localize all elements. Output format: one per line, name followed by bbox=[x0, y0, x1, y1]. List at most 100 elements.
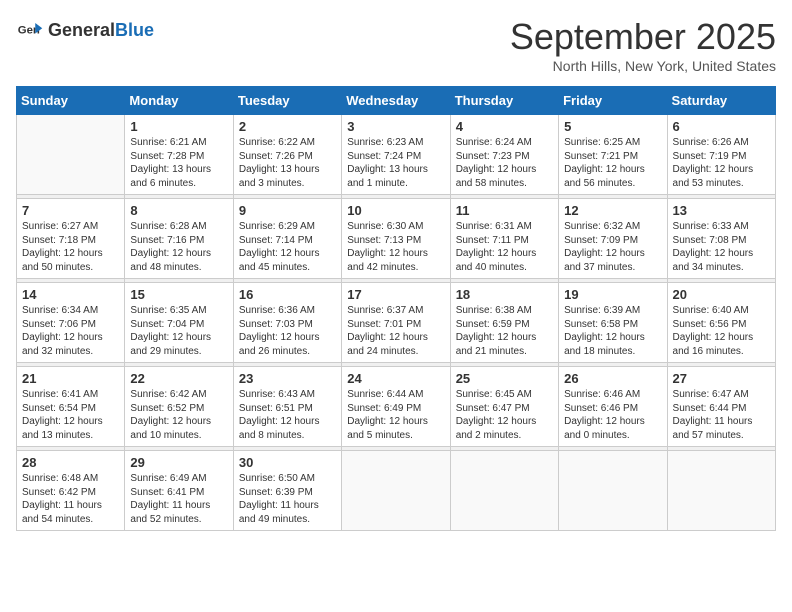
weekday-header: Sunday bbox=[17, 87, 125, 115]
day-number: 7 bbox=[22, 203, 119, 218]
day-number: 17 bbox=[347, 287, 444, 302]
cell-info: Sunrise: 6:29 AMSunset: 7:14 PMDaylight:… bbox=[239, 220, 336, 274]
month-title: September 2025 bbox=[510, 16, 776, 58]
day-number: 24 bbox=[347, 371, 444, 386]
calendar-day-cell: 14 Sunrise: 6:34 AMSunset: 7:06 PMDayligh… bbox=[17, 283, 125, 363]
day-number: 19 bbox=[564, 287, 661, 302]
cell-info: Sunrise: 6:41 AMSunset: 6:54 PMDaylight:… bbox=[22, 388, 119, 442]
calendar-day-cell: 27Sunrise: 6:47 AMSunset: 6:44 PMDayligh… bbox=[667, 367, 775, 447]
day-number: 9 bbox=[239, 203, 336, 218]
day-number: 11 bbox=[456, 203, 553, 218]
cell-info: Sunrise: 6:40 AMSunset: 6:56 PMDaylight:… bbox=[673, 304, 770, 358]
cell-info: Sunrise: 6:30 AMSunset: 7:13 PMDaylight:… bbox=[347, 220, 444, 274]
cell-info: Sunrise: 6:21 AMSunset: 7:28 PMDaylight:… bbox=[130, 136, 227, 190]
cell-info: Sunrise: 6:22 AMSunset: 7:26 PMDaylight:… bbox=[239, 136, 336, 190]
day-number: 4 bbox=[456, 119, 553, 134]
calendar-day-cell: 9 Sunrise: 6:29 AMSunset: 7:14 PMDaylight… bbox=[233, 199, 341, 279]
calendar-week-row: 1 Sunrise: 6:21 AMSunset: 7:28 PMDaylight… bbox=[17, 115, 776, 195]
page-header: Gen GeneralBlue September 2025 North Hil… bbox=[16, 16, 776, 74]
calendar-day-cell: 16 Sunrise: 6:36 AMSunset: 7:03 PMDayligh… bbox=[233, 283, 341, 363]
day-number: 15 bbox=[130, 287, 227, 302]
day-number: 12 bbox=[564, 203, 661, 218]
cell-info: Sunrise: 6:35 AMSunset: 7:04 PMDaylight:… bbox=[130, 304, 227, 358]
weekday-header-row: SundayMondayTuesdayWednesdayThursdayFrid… bbox=[17, 87, 776, 115]
weekday-header: Saturday bbox=[667, 87, 775, 115]
day-number: 8 bbox=[130, 203, 227, 218]
calendar-day-cell: 7 Sunrise: 6:27 AMSunset: 7:18 PMDaylight… bbox=[17, 199, 125, 279]
calendar-week-row: 28Sunrise: 6:48 AMSunset: 6:42 PMDayligh… bbox=[17, 451, 776, 531]
day-number: 16 bbox=[239, 287, 336, 302]
calendar-day-cell: 4 Sunrise: 6:24 AMSunset: 7:23 PMDaylight… bbox=[450, 115, 558, 195]
calendar-day-cell: 17Sunrise: 6:37 AMSunset: 7:01 PMDayligh… bbox=[342, 283, 450, 363]
calendar-week-row: 7 Sunrise: 6:27 AMSunset: 7:18 PMDaylight… bbox=[17, 199, 776, 279]
cell-info: Sunrise: 6:34 AMSunset: 7:06 PMDaylight:… bbox=[22, 304, 119, 358]
calendar-day-cell: 25Sunrise: 6:45 AMSunset: 6:47 PMDayligh… bbox=[450, 367, 558, 447]
calendar-day-cell: 18 Sunrise: 6:38 AMSunset: 6:59 PMDayligh… bbox=[450, 283, 558, 363]
day-number: 23 bbox=[239, 371, 336, 386]
cell-info: Sunrise: 6:38 AMSunset: 6:59 PMDaylight:… bbox=[456, 304, 553, 358]
calendar-day-cell: 5Sunrise: 6:25 AMSunset: 7:21 PMDaylight… bbox=[559, 115, 667, 195]
day-number: 30 bbox=[239, 455, 336, 470]
weekday-header: Tuesday bbox=[233, 87, 341, 115]
day-number: 13 bbox=[673, 203, 770, 218]
calendar-day-cell bbox=[559, 451, 667, 531]
day-number: 20 bbox=[673, 287, 770, 302]
day-number: 18 bbox=[456, 287, 553, 302]
logo-general: General bbox=[48, 20, 115, 40]
day-number: 21 bbox=[22, 371, 119, 386]
cell-info: Sunrise: 6:26 AMSunset: 7:19 PMDaylight:… bbox=[673, 136, 770, 190]
day-number: 28 bbox=[22, 455, 119, 470]
calendar-day-cell bbox=[450, 451, 558, 531]
calendar-day-cell: 22 Sunrise: 6:42 AMSunset: 6:52 PMDayligh… bbox=[125, 367, 233, 447]
day-number: 3 bbox=[347, 119, 444, 134]
calendar-day-cell: 20 Sunrise: 6:40 AMSunset: 6:56 PMDayligh… bbox=[667, 283, 775, 363]
calendar-day-cell: 29 Sunrise: 6:49 AMSunset: 6:41 PMDayligh… bbox=[125, 451, 233, 531]
calendar-day-cell: 10 Sunrise: 6:30 AMSunset: 7:13 PMDayligh… bbox=[342, 199, 450, 279]
calendar-day-cell: 30Sunrise: 6:50 AMSunset: 6:39 PMDayligh… bbox=[233, 451, 341, 531]
day-number: 6 bbox=[673, 119, 770, 134]
calendar-week-row: 14 Sunrise: 6:34 AMSunset: 7:06 PMDayligh… bbox=[17, 283, 776, 363]
day-number: 26 bbox=[564, 371, 661, 386]
cell-info: Sunrise: 6:49 AMSunset: 6:41 PMDaylight:… bbox=[130, 472, 227, 526]
day-number: 29 bbox=[130, 455, 227, 470]
weekday-header: Thursday bbox=[450, 87, 558, 115]
calendar-day-cell: 23 Sunrise: 6:43 AMSunset: 6:51 PMDayligh… bbox=[233, 367, 341, 447]
cell-info: Sunrise: 6:42 AMSunset: 6:52 PMDaylight:… bbox=[130, 388, 227, 442]
day-number: 14 bbox=[22, 287, 119, 302]
day-number: 2 bbox=[239, 119, 336, 134]
day-number: 1 bbox=[130, 119, 227, 134]
calendar-day-cell: 2 Sunrise: 6:22 AMSunset: 7:26 PMDaylight… bbox=[233, 115, 341, 195]
cell-info: Sunrise: 6:27 AMSunset: 7:18 PMDaylight:… bbox=[22, 220, 119, 274]
cell-info: Sunrise: 6:25 AMSunset: 7:21 PMDaylight:… bbox=[564, 136, 661, 190]
logo: Gen GeneralBlue bbox=[16, 16, 154, 44]
calendar-week-row: 21 Sunrise: 6:41 AMSunset: 6:54 PMDayligh… bbox=[17, 367, 776, 447]
cell-info: Sunrise: 6:28 AMSunset: 7:16 PMDaylight:… bbox=[130, 220, 227, 274]
weekday-header: Monday bbox=[125, 87, 233, 115]
day-number: 10 bbox=[347, 203, 444, 218]
calendar-day-cell: 19 Sunrise: 6:39 AMSunset: 6:58 PMDayligh… bbox=[559, 283, 667, 363]
day-number: 27 bbox=[673, 371, 770, 386]
calendar-day-cell: 21 Sunrise: 6:41 AMSunset: 6:54 PMDayligh… bbox=[17, 367, 125, 447]
calendar-day-cell: 24 Sunrise: 6:44 AMSunset: 6:49 PMDayligh… bbox=[342, 367, 450, 447]
cell-info: Sunrise: 6:39 AMSunset: 6:58 PMDaylight:… bbox=[564, 304, 661, 358]
cell-info: Sunrise: 6:24 AMSunset: 7:23 PMDaylight:… bbox=[456, 136, 553, 190]
calendar-day-cell bbox=[342, 451, 450, 531]
cell-info: Sunrise: 6:23 AMSunset: 7:24 PMDaylight:… bbox=[347, 136, 444, 190]
calendar-day-cell: 13 Sunrise: 6:33 AMSunset: 7:08 PMDayligh… bbox=[667, 199, 775, 279]
day-number: 25 bbox=[456, 371, 553, 386]
calendar-day-cell: 3 Sunrise: 6:23 AMSunset: 7:24 PMDaylight… bbox=[342, 115, 450, 195]
weekday-header: Friday bbox=[559, 87, 667, 115]
location: North Hills, New York, United States bbox=[510, 58, 776, 74]
cell-info: Sunrise: 6:36 AMSunset: 7:03 PMDaylight:… bbox=[239, 304, 336, 358]
cell-info: Sunrise: 6:46 AMSunset: 6:46 PMDaylight:… bbox=[564, 388, 661, 442]
calendar-day-cell bbox=[667, 451, 775, 531]
cell-info: Sunrise: 6:33 AMSunset: 7:08 PMDaylight:… bbox=[673, 220, 770, 274]
cell-info: Sunrise: 6:44 AMSunset: 6:49 PMDaylight:… bbox=[347, 388, 444, 442]
calendar-day-cell: 26 Sunrise: 6:46 AMSunset: 6:46 PMDayligh… bbox=[559, 367, 667, 447]
calendar-day-cell: 8 Sunrise: 6:28 AMSunset: 7:16 PMDaylight… bbox=[125, 199, 233, 279]
cell-info: Sunrise: 6:43 AMSunset: 6:51 PMDaylight:… bbox=[239, 388, 336, 442]
day-number: 22 bbox=[130, 371, 227, 386]
calendar-day-cell: 11Sunrise: 6:31 AMSunset: 7:11 PMDayligh… bbox=[450, 199, 558, 279]
logo-blue: Blue bbox=[115, 20, 154, 40]
title-area: September 2025 North Hills, New York, Un… bbox=[510, 16, 776, 74]
